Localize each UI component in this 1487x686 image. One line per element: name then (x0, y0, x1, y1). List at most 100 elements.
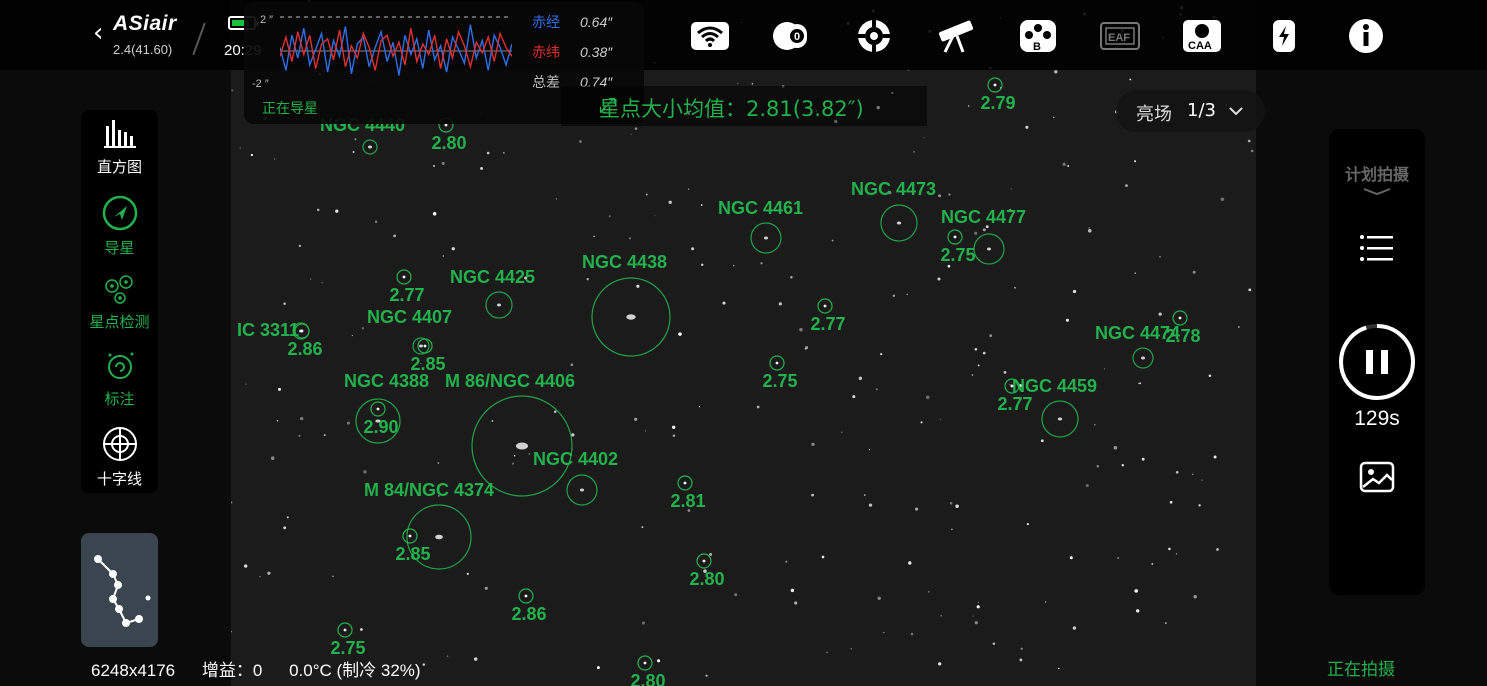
usb-power-icon[interactable] (1263, 16, 1305, 56)
star (722, 301, 726, 305)
star (634, 127, 638, 130)
star (790, 276, 793, 279)
star (273, 158, 276, 160)
star (1088, 229, 1092, 233)
chevron-down-icon (1229, 107, 1243, 116)
tool-guide[interactable]: 导星 (81, 195, 158, 258)
back-icon[interactable]: ‹ (93, 18, 103, 48)
expand-icon[interactable]: ⤢ (599, 93, 616, 118)
resolution: 6248x4176 (91, 661, 176, 680)
star (1129, 78, 1132, 81)
star (1094, 424, 1096, 426)
star (267, 571, 271, 575)
galaxy-core (987, 247, 991, 251)
pause-button[interactable] (1338, 323, 1416, 401)
star (1072, 626, 1077, 630)
star (245, 383, 247, 385)
tool-histogram[interactable]: 直方图 (81, 118, 158, 177)
star (579, 140, 582, 143)
star (231, 630, 232, 633)
star (286, 516, 289, 519)
tool-star-detect[interactable]: 星点检测 (81, 273, 158, 332)
mount-icon[interactable] (853, 16, 895, 56)
filter-wheel-icon[interactable]: B (1017, 16, 1059, 56)
star (1134, 160, 1137, 163)
star (352, 151, 355, 153)
hfr-star (823, 304, 827, 308)
star (974, 347, 978, 351)
star (947, 264, 951, 268)
star (982, 228, 986, 232)
star (432, 212, 437, 216)
star (641, 526, 644, 529)
star (1169, 500, 1173, 504)
star (654, 215, 656, 217)
hfr-label: 2.85 (395, 544, 430, 564)
caa-label: CAA (1188, 40, 1212, 52)
star (691, 247, 695, 251)
plan-shoot-tab[interactable]: 计划拍摄 (1329, 161, 1425, 197)
hfr-star (524, 594, 528, 598)
star (645, 193, 648, 196)
star (276, 419, 279, 422)
star (751, 83, 754, 85)
star (1104, 368, 1105, 370)
exposure-countdown: 129s (1354, 407, 1400, 430)
star (466, 572, 469, 575)
star (1250, 149, 1254, 153)
star (977, 601, 980, 603)
star (1020, 647, 1023, 650)
star (636, 284, 640, 288)
preview-thumbnail[interactable] (81, 533, 158, 647)
tool-label: 十字线 (96, 470, 142, 488)
star (1053, 116, 1055, 118)
brightness-selector[interactable]: 亮场 1/3 (1116, 90, 1265, 132)
eaf-icon[interactable]: EAF (1099, 16, 1141, 56)
tool-crosshair[interactable]: 十字线 (81, 426, 158, 489)
annotate-icon (107, 352, 133, 379)
info-icon[interactable] (1345, 16, 1387, 56)
hfr-star (1010, 384, 1014, 388)
star (351, 335, 353, 337)
camera-icon[interactable]: 0 (770, 16, 812, 56)
hfr-star (1178, 316, 1182, 320)
hfr-star (643, 661, 647, 665)
tool-label: 星点检测 (89, 313, 150, 331)
tool-annotate[interactable]: 标注 (81, 350, 158, 409)
temperature: 0.0°C (制冷 32%) (289, 661, 421, 680)
star (335, 209, 339, 213)
hfr-label: 2.90 (363, 417, 398, 437)
star (920, 421, 923, 424)
star (1208, 374, 1212, 378)
wifi-icon[interactable] (689, 16, 731, 56)
object-label: M 86/NGC 4406 (445, 371, 575, 391)
star (1248, 288, 1252, 292)
star (277, 387, 282, 391)
star (850, 648, 852, 650)
telescope-icon[interactable] (935, 16, 977, 56)
hfr-star (683, 481, 687, 485)
star (982, 351, 986, 355)
gallery-icon[interactable] (1359, 461, 1395, 493)
star (511, 462, 515, 465)
exposure-progress-ring (1339, 324, 1415, 400)
star (1213, 455, 1217, 459)
star (239, 147, 241, 149)
menu-icon[interactable] (1359, 233, 1395, 263)
star (821, 555, 825, 559)
object-label: NGC 4459 (1012, 376, 1097, 396)
star (283, 526, 287, 530)
hfr-label: 2.78 (1165, 326, 1200, 346)
hfr-star (402, 275, 406, 279)
hfr-star (953, 235, 957, 239)
star (1192, 270, 1196, 274)
star (734, 593, 738, 597)
plan-label: 计划拍摄 (1344, 165, 1409, 184)
star (913, 151, 915, 153)
star (892, 294, 896, 298)
caa-icon[interactable]: CAA (1181, 16, 1223, 56)
star (300, 416, 304, 421)
star (841, 431, 843, 433)
star (484, 586, 488, 590)
star (630, 133, 632, 135)
